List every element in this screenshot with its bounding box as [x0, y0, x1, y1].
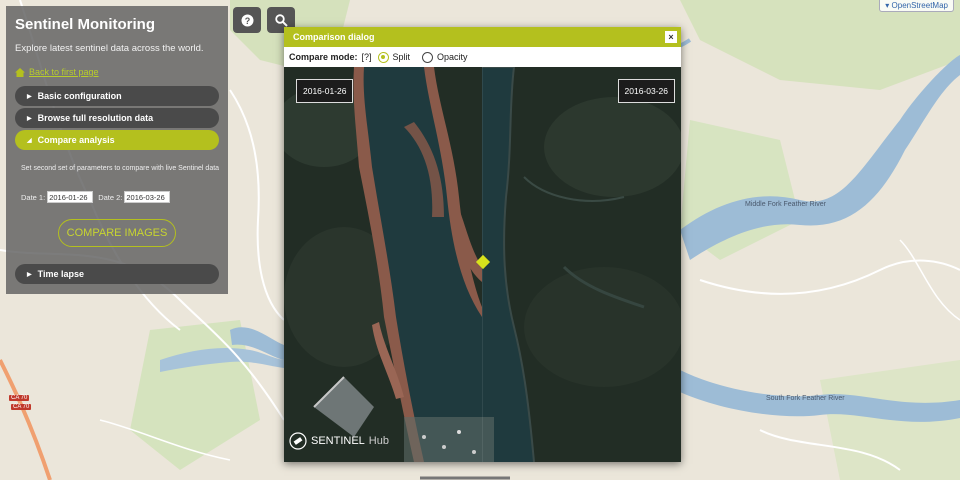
- map-attribution[interactable]: ▾ OpenStreetMap: [879, 0, 954, 12]
- back-link[interactable]: Back to first page: [6, 62, 228, 82]
- left-date-badge: 2016-01-26: [296, 79, 354, 103]
- compare-mode-help-link[interactable]: [?]: [362, 52, 372, 62]
- accordion-label: Time lapse: [37, 269, 84, 279]
- right-date-badge: 2016-03-26: [617, 79, 675, 103]
- split-radio[interactable]: [377, 51, 389, 63]
- date2-label: Date 2:: [98, 192, 123, 202]
- close-button[interactable]: ×: [665, 31, 677, 43]
- sentinel-hub-logo: SENTINEL Hub: [289, 432, 389, 450]
- app-title: Sentinel Monitoring: [15, 16, 155, 33]
- accordion-label: Browse full resolution data: [37, 113, 154, 123]
- split-radio-label: Split: [392, 52, 411, 62]
- dialog-header[interactable]: Comparison dialog ×: [284, 27, 681, 47]
- close-icon: ×: [668, 32, 674, 42]
- accordion-basic-configuration[interactable]: ▶ Basic configuration: [15, 86, 219, 106]
- caret-down-icon: ◢: [27, 137, 32, 144]
- opacity-radio[interactable]: [422, 51, 434, 63]
- caret-right-icon: ▶: [27, 115, 32, 122]
- compare-images-button[interactable]: COMPARE IMAGES: [58, 219, 176, 247]
- accordion-compare-analysis[interactable]: ◢ Compare analysis: [15, 130, 219, 150]
- comparison-image-area[interactable]: 2016-01-26 2016-03-26 SENTINEL Hub: [284, 67, 681, 462]
- side-panel: Sentinel Monitoring Explore latest senti…: [6, 6, 228, 294]
- accordion-time-lapse[interactable]: ▶ Time lapse: [15, 264, 219, 284]
- compare-mode-row: Compare mode: [?] Split Opacity: [284, 47, 681, 67]
- date1-input[interactable]: [47, 191, 94, 203]
- help-button[interactable]: ?: [233, 7, 261, 33]
- dialog-title: Comparison dialog: [293, 32, 375, 42]
- accordion-label: Compare analysis: [37, 135, 115, 145]
- logo-suffix: Hub: [368, 435, 389, 447]
- road-shield: CA 70: [9, 395, 30, 401]
- opacity-radio-label: Opacity: [437, 52, 468, 62]
- comparison-dialog: Comparison dialog × Compare mode: [?] Sp…: [284, 27, 681, 462]
- river-label-middle-fork: Middle Fork Feather River: [745, 201, 826, 208]
- help-glyph: ?: [244, 16, 250, 26]
- back-link-label: Back to first page: [29, 67, 99, 77]
- app-subtitle: Explore latest sentinel data across the …: [15, 43, 204, 54]
- accordion-label: Basic configuration: [37, 91, 122, 101]
- accordion-browse-full-resolution[interactable]: ▶ Browse full resolution data: [15, 108, 219, 128]
- compare-mode-label: Compare mode:: [289, 52, 358, 62]
- search-icon: [274, 13, 288, 27]
- date1-label: Date 1:: [21, 192, 46, 202]
- logo-text: SENTINEL: [311, 435, 365, 447]
- compare-description: Set second set of parameters to compare …: [21, 165, 220, 172]
- caret-right-icon: ▶: [27, 271, 32, 278]
- date2-input[interactable]: [124, 191, 171, 203]
- home-icon: [15, 67, 25, 77]
- date-row: Date 1: Date 2:: [21, 191, 171, 203]
- caret-right-icon: ▶: [27, 93, 32, 100]
- attribution-label: OpenStreetMap: [891, 1, 948, 10]
- satellite-icon: [289, 432, 307, 450]
- help-icon: ?: [241, 14, 253, 26]
- river-label-south-fork: South Fork Feather River: [766, 395, 845, 402]
- road-shield-secondary: CA 70: [11, 404, 32, 410]
